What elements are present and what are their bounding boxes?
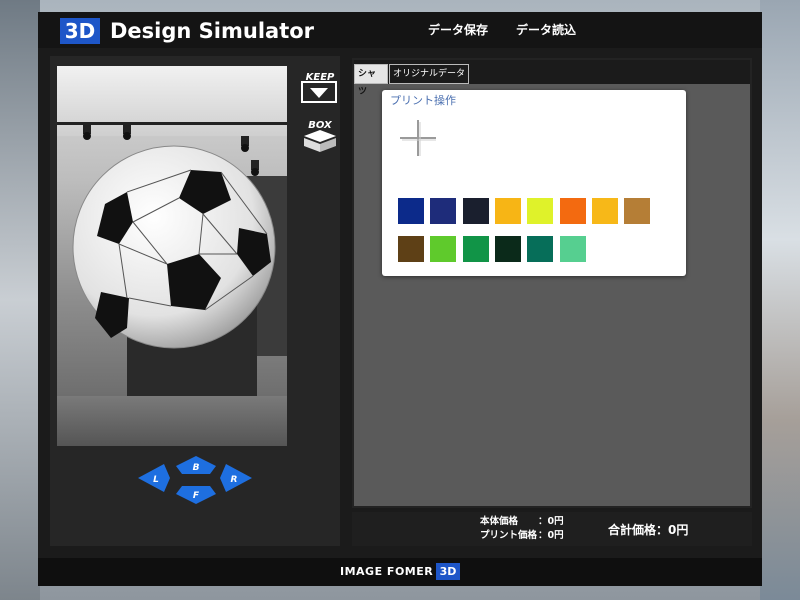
header: 3D Design Simulator データ保存 データ読込 bbox=[38, 12, 762, 48]
color-swatch[interactable] bbox=[527, 236, 554, 262]
color-swatch[interactable] bbox=[527, 198, 554, 224]
print-operation-title: プリント操作 bbox=[390, 94, 456, 107]
color-swatch[interactable] bbox=[462, 198, 489, 224]
color-swatch[interactable] bbox=[430, 198, 457, 224]
print-price-value: ：0円 bbox=[538, 530, 564, 541]
left-label: L bbox=[153, 475, 159, 485]
soccer-ball-model[interactable] bbox=[71, 142, 277, 352]
3d-viewport[interactable] bbox=[57, 66, 287, 446]
load-data-button[interactable]: データ読込 bbox=[516, 22, 576, 38]
store-floor bbox=[57, 396, 287, 446]
color-swatch[interactable] bbox=[462, 236, 489, 262]
app-window: 3D Design Simulator データ保存 データ読込 KEEP BOX… bbox=[38, 12, 762, 586]
footer-badge: 3D bbox=[436, 563, 460, 580]
print-operation-card: プリント操作 bbox=[382, 90, 686, 276]
color-swatch[interactable] bbox=[430, 236, 457, 262]
footer-brand: IMAGE FOMER bbox=[340, 565, 434, 578]
tab-original-data[interactable]: オリジナルデータ bbox=[389, 64, 469, 84]
logo-badge: 3D bbox=[60, 18, 100, 44]
front-label: F bbox=[193, 491, 200, 501]
background-left bbox=[0, 0, 40, 600]
save-data-button[interactable]: データ保存 bbox=[428, 22, 488, 38]
tab-bar: シャツ オリジナルデータ bbox=[354, 60, 750, 97]
direction-pad: B L R F bbox=[138, 456, 252, 506]
tab-shirt[interactable]: シャツ bbox=[354, 64, 388, 97]
color-swatch[interactable] bbox=[494, 236, 521, 262]
rotate-right-button[interactable]: R bbox=[220, 464, 252, 492]
box-icon[interactable]: BOX bbox=[300, 116, 340, 154]
color-swatch[interactable] bbox=[398, 198, 424, 224]
keep-icon[interactable]: KEEP bbox=[300, 68, 340, 106]
move-cross-icon[interactable] bbox=[398, 118, 438, 158]
color-swatch[interactable] bbox=[624, 198, 651, 224]
app-title: Design Simulator bbox=[110, 19, 315, 43]
color-swatch[interactable] bbox=[494, 198, 521, 224]
back-label: B bbox=[193, 463, 200, 473]
rotate-back-button[interactable]: B bbox=[176, 456, 216, 474]
color-swatch[interactable] bbox=[591, 198, 618, 224]
total-price: 合計価格：0円 bbox=[608, 523, 689, 537]
body-price-label: 本体価格 bbox=[480, 516, 519, 527]
rotate-front-button[interactable]: F bbox=[176, 486, 216, 504]
background-right bbox=[760, 0, 800, 600]
keep-label: KEEP bbox=[306, 72, 335, 83]
design-panel: シャツ オリジナルデータ プリント操作 bbox=[352, 58, 752, 508]
body-price-value: ：0円 bbox=[538, 516, 564, 527]
color-swatch[interactable] bbox=[559, 236, 586, 262]
preview-panel: KEEP BOX B L R F bbox=[50, 56, 340, 546]
rotate-left-button[interactable]: L bbox=[138, 464, 170, 492]
price-bar: 本体価格 ：0円 プリント価格 ：0円 合計価格：0円 bbox=[352, 512, 752, 546]
color-swatch[interactable] bbox=[398, 236, 424, 262]
color-swatch[interactable] bbox=[559, 198, 586, 224]
right-label: R bbox=[231, 475, 238, 485]
footer: IMAGE FOMER 3D bbox=[38, 558, 762, 586]
box-label: BOX bbox=[308, 120, 333, 131]
print-price-label: プリント価格 bbox=[480, 530, 538, 541]
